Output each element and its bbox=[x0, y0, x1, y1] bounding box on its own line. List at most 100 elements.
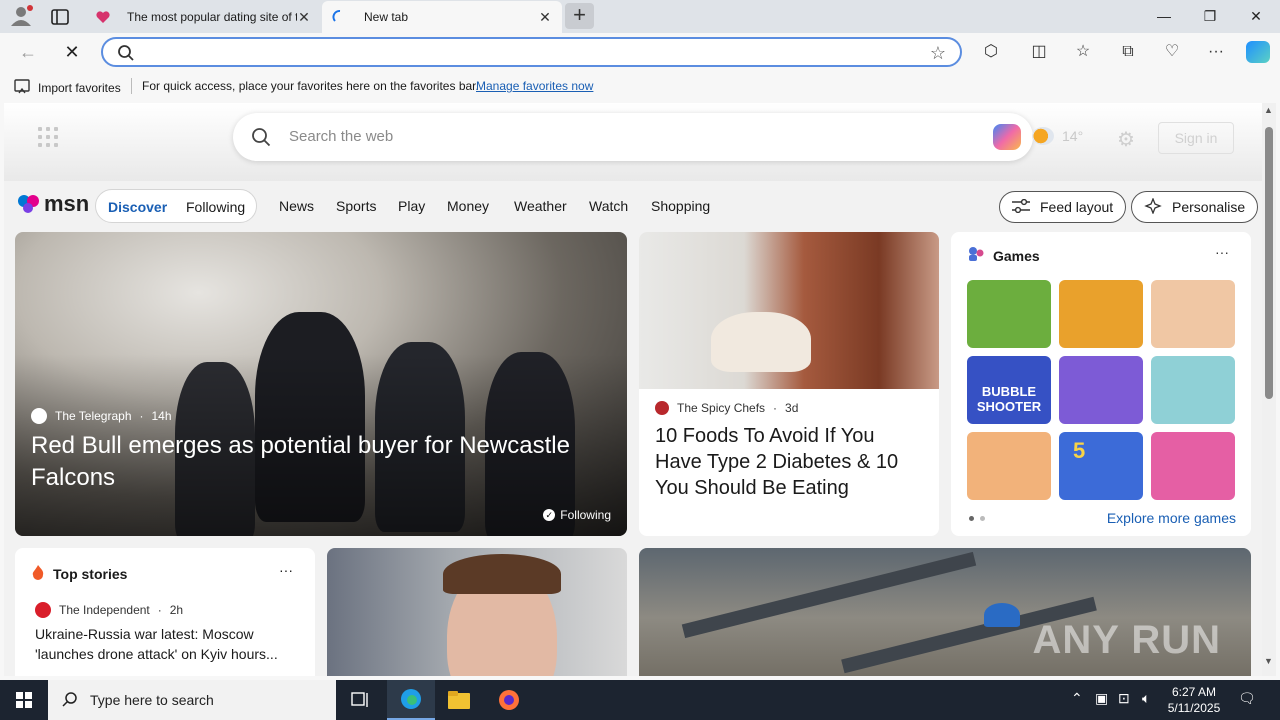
nav-weather[interactable]: Weather bbox=[514, 198, 567, 214]
windows-start-icon[interactable] bbox=[0, 680, 48, 720]
volume-icon[interactable]: 🔈︎ bbox=[1142, 690, 1150, 707]
msn-header: Search the web 14° ⚙ Sign in bbox=[4, 103, 1262, 181]
game-tile[interactable] bbox=[967, 280, 1051, 348]
browser-essentials-icon[interactable]: ♡ bbox=[1162, 42, 1182, 62]
device-icon[interactable]: ▣ bbox=[1095, 690, 1108, 707]
split-screen-icon[interactable]: ◫ bbox=[1029, 42, 1049, 62]
settings-gear-icon[interactable]: ⚙ bbox=[1117, 127, 1135, 152]
personalise-button[interactable]: Personalise bbox=[1131, 191, 1259, 223]
tab-title: New tab bbox=[364, 10, 409, 24]
game-tile[interactable] bbox=[1059, 356, 1143, 424]
minimize-icon[interactable]: — bbox=[1141, 0, 1187, 32]
new-tab-button[interactable]: + bbox=[565, 3, 594, 29]
nav-news[interactable]: News bbox=[279, 198, 314, 214]
food-article-card[interactable]: The Spicy Chefs · 3d 10 Foods To Avoid I… bbox=[639, 232, 939, 536]
favorites-hint: For quick access, place your favorites h… bbox=[142, 79, 479, 93]
restore-icon[interactable]: ❐ bbox=[1187, 0, 1233, 32]
web-search-box[interactable]: Search the web bbox=[233, 113, 1033, 161]
nav-play[interactable]: Play bbox=[398, 198, 425, 214]
more-options-icon[interactable]: ··· bbox=[1215, 244, 1229, 260]
file-explorer-icon[interactable] bbox=[435, 680, 483, 720]
game-tile-bubble-shooter[interactable]: BUBBLE SHOOTER bbox=[967, 356, 1051, 424]
article-source: The Spicy Chefs · 3d bbox=[655, 401, 798, 415]
favorites-bar: Import favorites For quick access, place… bbox=[0, 71, 1280, 101]
top-stories-header: Top stories bbox=[31, 564, 127, 583]
tab-new-tab[interactable]: New tab ✕ bbox=[322, 1, 562, 33]
scroll-up-icon[interactable]: ▲ bbox=[1264, 105, 1273, 115]
browser-toolbar: ← ✕ ☆ ⬡ ◫ ☆ ⧉ ♡ ··· bbox=[0, 33, 1280, 71]
game-tile[interactable]: 5 bbox=[1059, 432, 1143, 500]
close-window-icon[interactable]: ✕ bbox=[1233, 0, 1279, 32]
weather-widget[interactable]: 14° bbox=[1032, 127, 1083, 145]
app-launcher-icon[interactable] bbox=[38, 127, 58, 147]
copilot-search-icon[interactable] bbox=[993, 124, 1021, 150]
tab-actions-icon[interactable] bbox=[48, 6, 72, 28]
close-tab-icon[interactable]: ✕ bbox=[538, 9, 552, 26]
loading-spinner-icon bbox=[332, 9, 348, 25]
scroll-thumb[interactable] bbox=[1265, 127, 1273, 399]
feed-toggle: Discover Following bbox=[95, 189, 257, 223]
nav-money[interactable]: Money bbox=[447, 198, 489, 214]
portrait-article-card[interactable] bbox=[327, 548, 627, 676]
scroll-down-icon[interactable]: ▼ bbox=[1264, 656, 1273, 666]
feed-layout-button[interactable]: Feed layout bbox=[999, 191, 1127, 223]
dot-separator: · bbox=[157, 603, 162, 617]
sliders-icon bbox=[1012, 198, 1030, 216]
article-source: The Telegraph · 14h bbox=[31, 408, 172, 424]
game-tile[interactable] bbox=[967, 432, 1051, 500]
taskbar-search-box[interactable]: Type here to search bbox=[48, 680, 336, 720]
game-tile[interactable] bbox=[1151, 432, 1235, 500]
close-tab-icon[interactable]: ✕ bbox=[297, 9, 311, 26]
taskbar-clock[interactable]: 6:27 AM 5/11/2025 bbox=[1166, 684, 1222, 716]
task-view-icon[interactable] bbox=[336, 680, 384, 720]
nav-watch[interactable]: Watch bbox=[589, 198, 628, 214]
games-card: Games ··· BUBBLE SHOOTER 5 Explore more … bbox=[951, 232, 1251, 536]
edge-taskbar-icon[interactable] bbox=[387, 680, 435, 720]
manage-favorites-link[interactable]: Manage favorites now bbox=[476, 79, 593, 93]
profile-icon[interactable] bbox=[8, 4, 34, 28]
tab-strip: The most popular dating site of the ✕ Ne… bbox=[0, 0, 1280, 33]
extensions-icon[interactable]: ⬡ bbox=[981, 42, 1001, 62]
search-placeholder: Search the web bbox=[289, 128, 394, 145]
nav-sports[interactable]: Sports bbox=[336, 198, 376, 214]
firefox-icon[interactable] bbox=[485, 680, 533, 720]
show-hidden-icons-icon[interactable]: ⌃ bbox=[1071, 690, 1083, 707]
address-bar[interactable]: ☆ bbox=[101, 37, 962, 67]
workers-article-card[interactable]: ANY RUN bbox=[639, 548, 1251, 676]
msn-wordmark: msn bbox=[44, 191, 90, 216]
hero-article-card[interactable]: The Telegraph · 14h Red Bull emerges as … bbox=[15, 232, 627, 536]
tab-following[interactable]: Following bbox=[186, 199, 245, 215]
collections-icon[interactable]: ⧉ bbox=[1118, 42, 1138, 62]
copilot-icon[interactable] bbox=[1246, 41, 1270, 63]
notifications-icon[interactable]: 🗨︎ bbox=[1238, 690, 1256, 707]
favorites-icon[interactable]: ☆ bbox=[1073, 42, 1093, 62]
page-scrollbar[interactable]: ▲ ▼ bbox=[1262, 103, 1276, 676]
following-badge[interactable]: ✓ Following bbox=[543, 508, 611, 522]
game-tile[interactable] bbox=[1059, 280, 1143, 348]
search-icon bbox=[251, 127, 271, 147]
games-title: Games bbox=[993, 247, 1040, 264]
article-headline[interactable]: Red Bull emerges as potential buyer for … bbox=[31, 430, 611, 494]
stop-loading-icon[interactable]: ✕ bbox=[58, 39, 86, 65]
nav-shopping[interactable]: Shopping bbox=[651, 198, 710, 214]
more-options-icon[interactable]: ··· bbox=[279, 562, 293, 578]
tab-dating-site[interactable]: The most popular dating site of the ✕ bbox=[85, 1, 321, 33]
import-favorites-label: Import favorites bbox=[38, 80, 121, 95]
more-menu-icon[interactable]: ··· bbox=[1206, 42, 1226, 62]
explore-more-games-link[interactable]: Explore more games bbox=[1107, 510, 1236, 526]
network-icon[interactable]: ⊡ bbox=[1118, 690, 1130, 707]
article-headline[interactable]: Ukraine-Russia war latest: Moscow 'launc… bbox=[35, 624, 295, 664]
sign-in-button[interactable]: Sign in bbox=[1158, 122, 1234, 154]
weather-temp: 14° bbox=[1062, 128, 1084, 144]
back-arrow-icon[interactable]: ← bbox=[14, 39, 42, 65]
game-tile[interactable] bbox=[1151, 356, 1235, 424]
game-tile[interactable] bbox=[1151, 280, 1235, 348]
favorite-star-icon[interactable]: ☆ bbox=[930, 43, 946, 64]
article-image-hardhat bbox=[984, 603, 1020, 627]
import-icon bbox=[14, 78, 30, 97]
import-favorites-button[interactable]: Import favorites bbox=[14, 78, 121, 97]
article-headline[interactable]: 10 Foods To Avoid If You Have Type 2 Dia… bbox=[655, 423, 925, 501]
msn-logo[interactable]: msn bbox=[17, 191, 89, 217]
carousel-dots[interactable] bbox=[969, 516, 985, 521]
tab-discover[interactable]: Discover bbox=[108, 199, 167, 215]
